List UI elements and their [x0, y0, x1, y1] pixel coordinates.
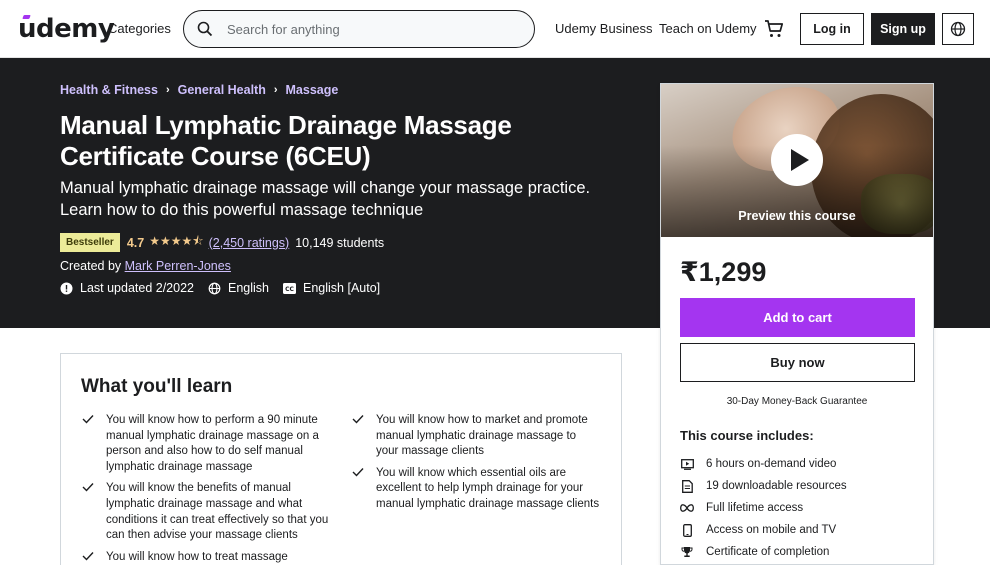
language-button[interactable]	[942, 13, 974, 45]
learn-title: What you'll learn	[81, 376, 233, 397]
include-label: Certificate of completion	[706, 546, 830, 558]
includes-title: This course includes:	[680, 428, 814, 443]
include-label: 19 downloadable resources	[706, 480, 847, 492]
created-by: Created by Mark Perren-Jones	[60, 259, 231, 273]
udemy-business-link[interactable]: Udemy Business	[555, 21, 653, 36]
includes-list: 6 hours on-demand video 19 downloadable …	[680, 453, 847, 563]
search-icon[interactable]	[197, 21, 213, 37]
list-item: Access on mobile and TV	[680, 519, 847, 541]
learn-list-left: You will know how to perform a 90 minute…	[81, 413, 331, 565]
language: English	[208, 281, 269, 295]
breadcrumb-item-general-health[interactable]: General Health	[178, 83, 266, 97]
video-icon	[680, 457, 694, 471]
bestseller-badge: Bestseller	[60, 233, 120, 252]
alert-badge-icon	[60, 282, 73, 294]
money-back-guarantee: 30-Day Money-Back Guarantee	[726, 396, 868, 407]
top-nav: udemy Categories Udemy Business Teach on…	[0, 0, 990, 58]
breadcrumb-item-massage[interactable]: Massage	[286, 83, 339, 97]
chevron-right-icon: ›	[273, 84, 278, 96]
list-item: Full lifetime access	[680, 497, 847, 519]
what-youll-learn: What you'll learn You will know how to p…	[60, 353, 622, 565]
ratings-count-link[interactable]: (2,450 ratings)	[209, 236, 290, 250]
check-icon	[82, 483, 94, 492]
learn-item-text: You will know how to treat massage	[106, 550, 288, 563]
list-item: You will know the benefits of manual lym…	[81, 481, 331, 543]
closed-captions-icon: CC	[283, 282, 296, 294]
chevron-right-icon: ›	[165, 84, 170, 96]
price: ₹1,299	[680, 257, 767, 287]
last-updated-text: Last updated 2/2022	[80, 281, 194, 295]
learn-item-text: You will know the benefits of manual lym…	[106, 482, 329, 542]
categories-link[interactable]: Categories	[108, 21, 171, 36]
learn-list-right: You will know how to market and promote …	[351, 413, 601, 519]
mobile-icon	[680, 523, 694, 537]
add-to-cart-button[interactable]: Add to cart	[680, 298, 915, 337]
trophy-icon	[680, 545, 694, 559]
preview-label: Preview this course	[738, 209, 856, 223]
learn-item-text: You will know how to perform a 90 minute…	[106, 414, 319, 473]
rating-value: 4.7	[126, 235, 145, 250]
check-icon	[82, 551, 94, 561]
svg-text:CC: CC	[285, 286, 294, 293]
captions: CC English [Auto]	[283, 281, 380, 295]
search-input[interactable]	[227, 21, 507, 37]
course-title: Manual Lymphatic Drainage Massage Certif…	[60, 110, 512, 171]
check-icon	[352, 467, 364, 477]
learn-item-text: You will know which essential oils are e…	[376, 466, 600, 510]
instructor-link[interactable]: Mark Perren-Jones	[125, 259, 231, 273]
check-icon	[82, 415, 94, 424]
rating-row: Bestseller 4.7 ★★★★⯪ (2,450 ratings) 10,…	[60, 232, 384, 253]
include-label: Full lifetime access	[706, 502, 804, 514]
infinity-icon	[680, 501, 694, 515]
check-icon	[352, 415, 364, 424]
captions-text: English [Auto]	[303, 281, 381, 295]
play-button[interactable]	[771, 134, 823, 186]
star-rating-icon: ★★★★⯪	[149, 234, 204, 248]
list-item: You will know how to perform a 90 minute…	[81, 413, 331, 475]
teach-link[interactable]: Teach on Udemy	[659, 21, 757, 36]
last-updated: Last updated 2/2022	[60, 281, 194, 295]
file-icon	[680, 479, 694, 493]
list-item: You will know how to market and promote …	[351, 413, 601, 460]
list-item: 19 downloadable resources	[680, 475, 847, 497]
course-meta: Last updated 2/2022 English CC English […	[60, 281, 394, 295]
include-label: Access on mobile and TV	[706, 524, 837, 536]
breadcrumb: Health & Fitness › General Health › Mass…	[60, 83, 338, 97]
login-button[interactable]: Log in	[800, 13, 864, 45]
logo-text: udemy	[18, 14, 115, 44]
purchase-card: Preview this course ₹1,299 Add to cart B…	[660, 83, 934, 565]
cart-icon[interactable]	[764, 19, 784, 39]
created-by-label: Created by	[60, 259, 122, 273]
signup-button[interactable]: Sign up	[871, 13, 935, 45]
course-subtitle: Manual lymphatic drainage massage will c…	[60, 179, 591, 219]
list-item: You will know which essential oils are e…	[351, 466, 601, 513]
include-label: 6 hours on-demand video	[706, 458, 837, 470]
globe-icon	[950, 21, 966, 37]
course-preview[interactable]: Preview this course	[661, 84, 933, 237]
students-count: 10,149 students	[295, 235, 385, 250]
list-item: You will know how to treat massage	[81, 550, 331, 565]
search-bar[interactable]	[183, 10, 535, 48]
buy-now-button[interactable]: Buy now	[680, 343, 915, 382]
breadcrumb-item-health-fitness[interactable]: Health & Fitness	[60, 83, 158, 97]
udemy-logo[interactable]: udemy	[18, 14, 115, 44]
list-item: Certificate of completion	[680, 541, 847, 563]
list-item: 6 hours on-demand video	[680, 453, 847, 475]
play-icon	[790, 149, 809, 171]
language-text: English	[228, 281, 269, 295]
learn-item-text: You will know how to market and promote …	[376, 414, 588, 458]
globe-icon	[208, 282, 221, 294]
